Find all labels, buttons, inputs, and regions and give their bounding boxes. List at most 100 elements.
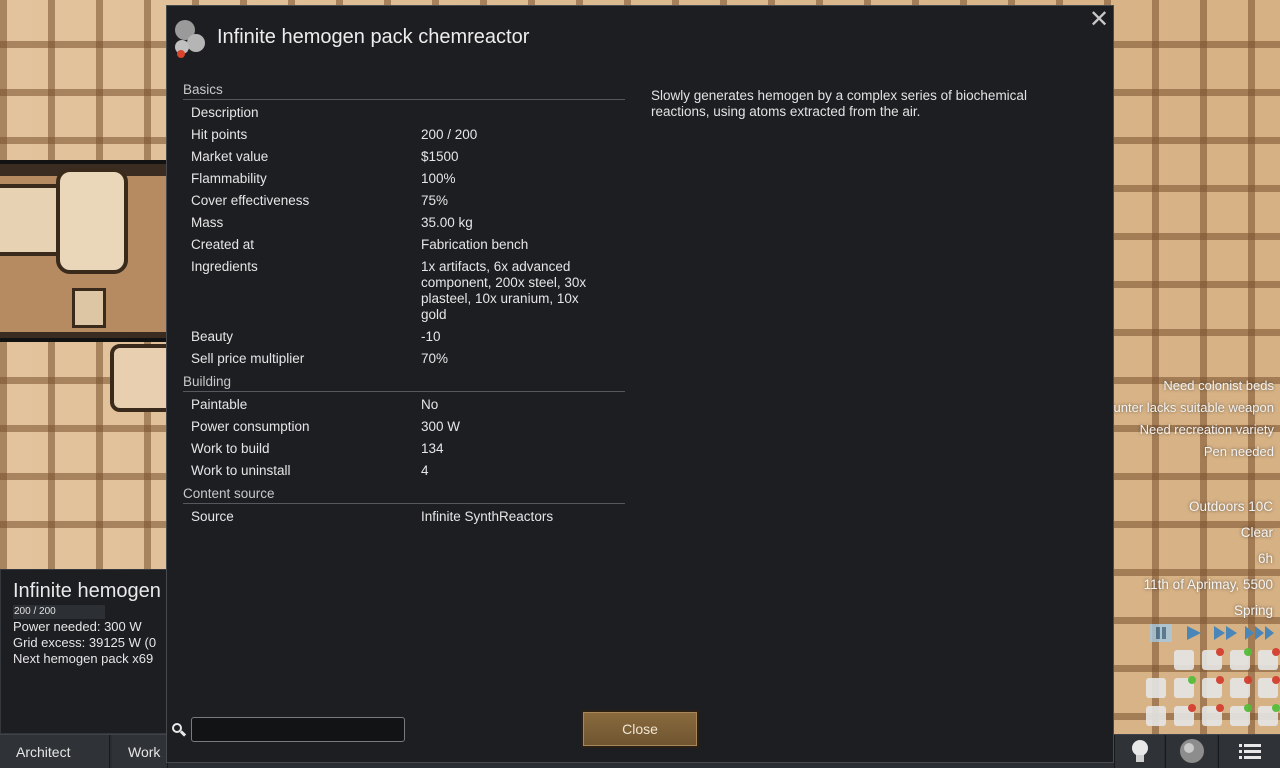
stat-label: Ingredients xyxy=(191,259,258,274)
inspect-title: Infinite hemogen xyxy=(13,580,161,602)
tab-architect[interactable]: Architect xyxy=(0,735,110,768)
dialog-title: Infinite hemogen pack chemreactor xyxy=(217,26,530,48)
stat-label: Mass xyxy=(191,215,224,230)
stat-row[interactable]: Cover effectiveness 75% xyxy=(183,192,625,214)
stat-value: 70% xyxy=(421,351,449,366)
fertility-toggle-icon[interactable] xyxy=(1202,704,1224,726)
stat-value: 200 / 200 xyxy=(421,127,478,142)
stat-label: Paintable xyxy=(191,397,248,412)
search-icon xyxy=(171,722,187,738)
terrain-toggle-icon[interactable] xyxy=(1202,676,1224,698)
stats-list: Basics Description Hit points 200 / 200 M… xyxy=(183,80,625,530)
stat-label: Work to uninstall xyxy=(191,463,291,478)
temperature-toggle-icon[interactable] xyxy=(1258,648,1280,670)
auto-rebuild-toggle-icon[interactable] xyxy=(1230,704,1252,726)
lightbulb-icon xyxy=(1131,740,1148,762)
stat-value: Fabrication bench xyxy=(421,237,529,252)
stat-label: Beauty xyxy=(191,329,234,344)
stat-row[interactable]: Ingredients 1x artifacts, 6x advanced com… xyxy=(183,258,625,328)
fast-forward-icon[interactable] xyxy=(1212,622,1240,644)
stat-row[interactable]: Beauty -10 xyxy=(183,328,625,350)
stat-value: 75% xyxy=(421,193,449,208)
roof-toggle-icon[interactable] xyxy=(1202,648,1224,670)
stat-row[interactable]: Mass 35.00 kg xyxy=(183,214,625,236)
learning-helper-button[interactable] xyxy=(1114,735,1164,768)
menu-button[interactable] xyxy=(1218,735,1280,768)
world-furniture[interactable] xyxy=(110,344,170,412)
stat-label: Market value xyxy=(191,149,269,164)
stat-row[interactable]: Work to uninstall 4 xyxy=(183,462,625,484)
world-machine[interactable] xyxy=(56,168,128,274)
zone-toggle-icon[interactable] xyxy=(1230,648,1252,670)
stat-row[interactable]: Market value $1500 xyxy=(183,148,625,170)
grid-toggle-icon[interactable] xyxy=(1146,706,1166,726)
planet-icon xyxy=(1179,739,1204,763)
chemreactor-icon xyxy=(173,18,207,58)
stat-value: Infinite SynthReactors xyxy=(421,509,554,524)
forbid-toggle-icon[interactable] xyxy=(1230,676,1252,698)
stat-label: Power consumption xyxy=(191,419,310,434)
close-icon[interactable]: ✕ xyxy=(1087,8,1111,32)
pause-button[interactable] xyxy=(1150,624,1172,642)
stat-value: No xyxy=(421,397,439,412)
beauty-toggle-icon[interactable] xyxy=(1174,704,1196,726)
tab-work[interactable]: Work xyxy=(112,735,168,768)
inspect-hp-bar: 200 / 200 xyxy=(13,605,105,619)
stat-value: 300 W xyxy=(421,419,461,434)
stat-row[interactable]: Hit points 200 / 200 xyxy=(183,126,625,148)
roof-overlay-icon[interactable] xyxy=(1258,676,1280,698)
temperature-label: Outdoors 10C xyxy=(1188,499,1273,514)
season-label: Spring xyxy=(1233,603,1273,618)
stat-value: 35.00 kg xyxy=(421,215,473,230)
stat-label: Work to build xyxy=(191,441,270,456)
stat-row[interactable]: Description xyxy=(183,104,625,126)
info-dialog: Infinite hemogen pack chemreactor ✕ Basi… xyxy=(166,5,1114,763)
stat-label: Flammability xyxy=(191,171,267,186)
stat-label: Source xyxy=(191,509,234,524)
stat-row[interactable]: Created at Fabrication bench xyxy=(183,236,625,258)
alerts-list: Need colonist beds Hunter lacks suitable… xyxy=(1104,378,1274,466)
category-header: Basics xyxy=(183,82,625,100)
stat-value: 100% xyxy=(421,171,456,186)
stat-row[interactable]: Source Infinite SynthReactors xyxy=(183,508,625,530)
weather-label: Clear xyxy=(1240,525,1273,540)
alert-item[interactable]: Pen needed xyxy=(1104,444,1274,460)
alert-item[interactable]: Need colonist beds xyxy=(1104,378,1274,394)
stat-value: 1x artifacts, 6x advanced component, 200… xyxy=(421,259,587,322)
stat-row[interactable]: Power consumption 300 W xyxy=(183,418,625,440)
search-input[interactable] xyxy=(191,717,405,742)
stat-value: $1500 xyxy=(421,149,459,164)
stat-value: 4 xyxy=(421,463,429,478)
magnifier-toggle-icon[interactable] xyxy=(1174,650,1194,670)
menu-icon xyxy=(1238,744,1261,759)
inspect-line: Next hemogen pack x69 xyxy=(13,651,154,666)
alert-item[interactable]: Need recreation variety xyxy=(1104,422,1274,438)
overlay-toggles xyxy=(1143,648,1280,734)
stat-row[interactable]: Paintable No xyxy=(183,396,625,418)
time-speed-controls xyxy=(1150,622,1276,644)
hour-label: 6h xyxy=(1257,551,1273,566)
inspect-line: Power needed: 300 W xyxy=(13,619,142,634)
date-readout: Outdoors 10C Clear 6h 11th of Aprimay, 5… xyxy=(1103,494,1273,624)
build-toggle-icon[interactable] xyxy=(1146,678,1166,698)
date-label: 11th of Aprimay, 5500 xyxy=(1143,577,1273,592)
category-header: Content source xyxy=(183,486,625,504)
stat-label: Hit points xyxy=(191,127,248,142)
play-icon[interactable] xyxy=(1184,622,1204,644)
inspect-pane: Infinite hemogen 200 / 200 Power needed:… xyxy=(0,569,170,734)
stat-value xyxy=(421,104,601,126)
close-button[interactable]: Close xyxy=(581,710,699,748)
category-header: Building xyxy=(183,374,625,392)
superfast-icon[interactable] xyxy=(1244,622,1276,644)
world-machine[interactable] xyxy=(72,288,106,328)
home-area-toggle-icon[interactable] xyxy=(1174,676,1196,698)
auto-home-toggle-icon[interactable] xyxy=(1258,704,1280,726)
stat-row[interactable]: Work to build 134 xyxy=(183,440,625,462)
stat-description: Slowly generates hemogen by a complex se… xyxy=(651,88,1027,119)
alert-item[interactable]: Hunter lacks suitable weapon xyxy=(1104,400,1274,416)
stat-row[interactable]: Sell price multiplier 70% xyxy=(183,350,625,372)
stat-label: Cover effectiveness xyxy=(191,193,310,208)
world-button[interactable] xyxy=(1165,735,1217,768)
stat-row[interactable]: Flammability 100% xyxy=(183,170,625,192)
stat-value: -10 xyxy=(421,329,441,344)
